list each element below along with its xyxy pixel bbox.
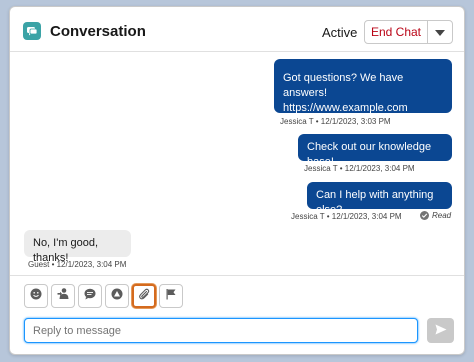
message-link[interactable]: https://www.example.com bbox=[283, 101, 443, 116]
agent-message: Check out our knowledge base! bbox=[298, 134, 452, 168]
message-meta: Jessica T • 12/1/2023, 3:03 PM bbox=[280, 117, 391, 126]
flag-icon bbox=[165, 287, 177, 305]
guest-message: No, I'm good, thanks! bbox=[24, 230, 131, 264]
send-button[interactable] bbox=[427, 318, 454, 343]
send-icon bbox=[435, 323, 447, 338]
quick-text-button[interactable] bbox=[78, 284, 102, 308]
reply-input[interactable] bbox=[24, 318, 418, 343]
knowledge-icon bbox=[111, 287, 123, 305]
more-actions-button[interactable] bbox=[427, 20, 453, 44]
page-title: Conversation bbox=[50, 23, 146, 40]
quick-text-icon bbox=[84, 287, 96, 305]
composer-divider bbox=[10, 275, 464, 276]
message-meta: Jessica T • 12/1/2023, 3:04 PM bbox=[291, 212, 402, 221]
attachment-button[interactable] bbox=[132, 284, 156, 308]
message-text: Got questions? We have answers! bbox=[283, 72, 404, 99]
conversation-header: Conversation Active End Chat bbox=[10, 7, 464, 52]
read-receipt: Read bbox=[420, 211, 451, 220]
emoji-icon bbox=[30, 287, 42, 305]
emoji-button[interactable] bbox=[24, 284, 48, 308]
agent-message: Got questions? We have answers! https://… bbox=[274, 59, 452, 116]
chevron-down-icon bbox=[435, 23, 445, 41]
message-meta: Jessica T • 12/1/2023, 3:04 PM bbox=[304, 164, 415, 173]
message-meta: Guest • 12/1/2023, 3:04 PM bbox=[28, 260, 127, 269]
chat-icon bbox=[23, 22, 41, 40]
read-label: Read bbox=[432, 211, 452, 220]
attachment-icon bbox=[138, 287, 150, 305]
agent-icon bbox=[57, 287, 70, 305]
flag-button[interactable] bbox=[159, 284, 183, 308]
check-circle-icon bbox=[420, 211, 429, 220]
transfer-agent-button[interactable] bbox=[51, 284, 75, 308]
composer-toolbar bbox=[24, 284, 183, 309]
knowledge-button[interactable] bbox=[105, 284, 129, 308]
end-chat-button[interactable]: End Chat bbox=[364, 20, 428, 44]
status-label: Active bbox=[322, 25, 358, 40]
conversation-panel: Conversation Active End Chat Got questio… bbox=[9, 6, 465, 355]
chat-transcript[interactable]: Got questions? We have answers! https://… bbox=[10, 52, 464, 274]
agent-message: Can I help with anything else? bbox=[307, 182, 452, 216]
